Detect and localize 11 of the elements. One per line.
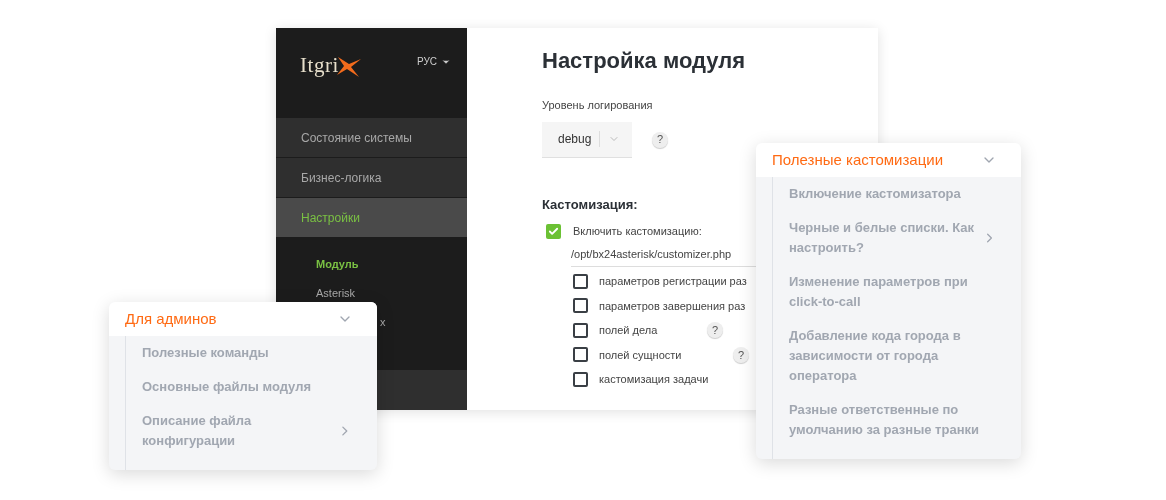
field-label: Уровень логирования [542,98,654,113]
checkbox-label: полей сущности [599,347,683,363]
page-title: Настройка модуля [542,47,747,75]
dropdown-title: Полезные кастомизации [772,149,944,170]
checkbox-label: Включить кастомизацию: [573,224,702,239]
checkbox-label: полей дела [599,323,659,338]
checkbox-label: параметров регистрации раз [599,274,747,289]
logo: Itgri [300,50,365,82]
checkbox-label: кастомизация задачи [599,372,709,387]
dropdown-title: Для админов [125,308,217,329]
checkbox-label: параметров завершения раз [599,298,746,314]
